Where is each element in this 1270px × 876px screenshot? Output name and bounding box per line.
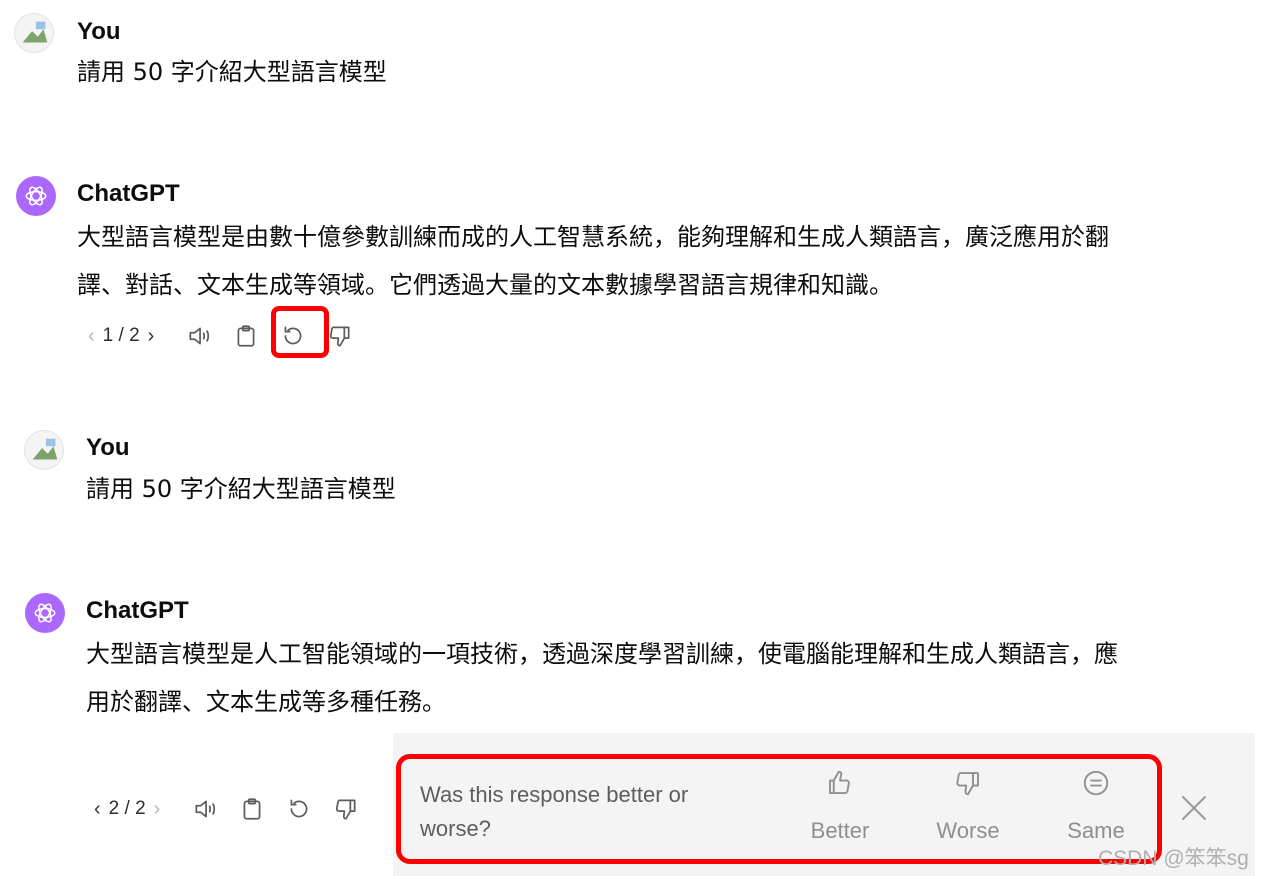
- read-aloud-button[interactable]: [190, 794, 220, 824]
- assistant-message-text: 大型語言模型是由數十億參數訓練而成的人工智慧系統，能夠理解和生成人類語言，廣泛應…: [77, 213, 1257, 309]
- openai-logo-icon: [25, 186, 47, 206]
- pager-count: 1 / 2: [102, 325, 140, 346]
- broken-image-icon: [32, 438, 58, 460]
- message-author: ChatGPT: [77, 180, 180, 207]
- pager-next-button[interactable]: ›: [154, 798, 161, 821]
- copy-icon: [237, 325, 255, 347]
- close-icon: [1182, 796, 1206, 820]
- feedback-close-button[interactable]: [1178, 792, 1210, 824]
- broken-image-icon: [22, 21, 48, 43]
- user-avatar: [14, 13, 54, 53]
- bad-response-button[interactable]: [325, 321, 355, 351]
- user-message-text: 請用 50 字介紹大型語言模型: [77, 58, 387, 86]
- copy-icon: [243, 798, 261, 820]
- message-author: You: [86, 434, 130, 461]
- openai-logo-icon: [34, 603, 56, 623]
- pager-prev-button[interactable]: ‹: [94, 798, 101, 821]
- pager-prev-button[interactable]: ‹: [88, 325, 95, 348]
- bad-response-button[interactable]: [331, 794, 361, 824]
- assistant-message-line: 大型語言模型是人工智能領域的一項技術，透過深度學習訓練，使電腦能理解和生成人類語…: [86, 640, 1118, 668]
- response-pager: ‹ 1 / 2 ›: [80, 325, 162, 348]
- user-message-text: 請用 50 字介紹大型語言模型: [86, 475, 396, 503]
- regenerate-icon: [290, 799, 308, 818]
- copy-button[interactable]: [231, 321, 261, 351]
- message-author: ChatGPT: [86, 597, 189, 624]
- highlight-box: [396, 754, 1162, 864]
- watermark: CSDN @笨笨sg: [1098, 847, 1249, 870]
- regenerate-button[interactable]: [284, 794, 314, 824]
- assistant-message-text: 大型語言模型是人工智能領域的一項技術，透過深度學習訓練，使電腦能理解和生成人類語…: [86, 630, 1266, 726]
- thumbs-down-icon: [336, 799, 356, 820]
- message-author: You: [77, 18, 121, 45]
- thumbs-down-icon: [330, 326, 350, 347]
- speaker-icon: [195, 800, 216, 818]
- assistant-message-line: 用於翻譯、文本生成等多種任務。: [86, 688, 446, 716]
- highlight-box: [271, 306, 329, 358]
- speaker-icon: [189, 327, 210, 345]
- assistant-message-line: 大型語言模型是由數十億參數訓練而成的人工智慧系統，能夠理解和生成人類語言，廣泛應…: [77, 223, 1109, 251]
- copy-button[interactable]: [237, 794, 267, 824]
- assistant-message-line: 譯、對話、文本生成等領域。它們透過大量的文本數據學習語言規律和知識。: [77, 271, 893, 299]
- response-pager: ‹ 2 / 2 ›: [86, 798, 168, 821]
- user-avatar: [24, 430, 64, 470]
- chatgpt-avatar: [16, 176, 56, 216]
- read-aloud-button[interactable]: [184, 321, 214, 351]
- pager-count: 2 / 2: [108, 798, 146, 819]
- message-toolbar: ‹ 2 / 2 ›: [86, 794, 378, 824]
- pager-next-button[interactable]: ›: [148, 325, 155, 348]
- chatgpt-avatar: [25, 593, 65, 633]
